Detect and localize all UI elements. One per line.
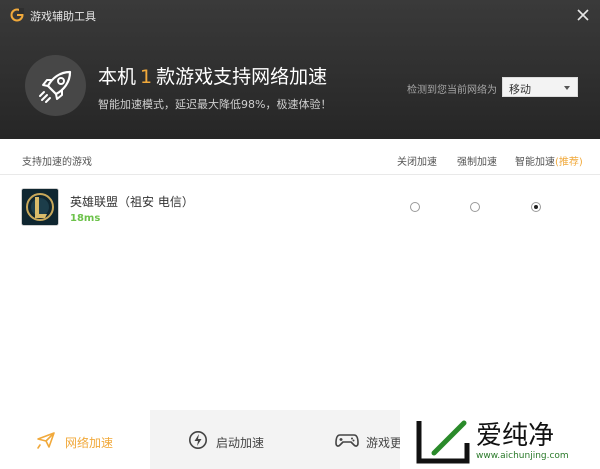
network-select[interactable]: 移动: [502, 77, 578, 97]
headline-suffix: 款游戏支持网络加速: [156, 66, 328, 88]
watermark-logo-icon: [416, 420, 470, 464]
nav-startup-label: 启动加速: [216, 436, 265, 450]
close-icon[interactable]: [574, 6, 592, 24]
rocket-badge: [25, 55, 86, 116]
gamepad-icon: [335, 434, 359, 447]
header: 游戏辅助工具 本机 1 款游戏支持网络加速 智能加速模式，延迟最大降低98%，极速体…: [0, 0, 600, 139]
radio-force[interactable]: [470, 202, 480, 212]
watermark-text: 爱纯净: [476, 421, 555, 451]
chevron-down-icon: [564, 86, 570, 90]
title-bar: 游戏辅助工具: [0, 0, 600, 30]
game-ping: 18ms: [70, 213, 101, 224]
game-count: 1: [140, 66, 153, 88]
app-title: 游戏辅助工具: [30, 10, 96, 23]
column-smart-label: 智能加速: [515, 157, 555, 168]
table-row: 英雄联盟（祖安 电信） 18ms: [0, 175, 600, 239]
nav-network-label: 网络加速: [65, 436, 114, 450]
watermark: 爱纯净 www.aichunjing.com: [400, 410, 600, 469]
column-force: 强制加速: [457, 157, 497, 168]
watermark-url: www.aichunjing.com: [476, 451, 569, 461]
lightning-icon: [189, 431, 207, 449]
game-icon: [21, 188, 59, 226]
league-logo-icon: [22, 189, 58, 225]
nav-game-more[interactable]: 游戏更: [300, 410, 400, 469]
column-game: 支持加速的游戏: [22, 157, 92, 168]
network-label: 检测到您当前网络为: [407, 85, 497, 96]
app-logo-icon: [10, 8, 24, 22]
table-header: 支持加速的游戏 关闭加速 强制加速 智能加速(推荐): [0, 139, 600, 175]
headline-prefix: 本机: [98, 66, 137, 88]
nav-startup-accel[interactable]: 启动加速: [150, 410, 300, 469]
recommended-tag: (推荐): [555, 157, 583, 168]
column-smart: 智能加速(推荐): [515, 153, 583, 168]
radio-smart[interactable]: [531, 202, 541, 212]
subline: 智能加速模式，延迟最大降低98%，极速体验！: [98, 98, 332, 111]
nav-game-label: 游戏更: [366, 436, 400, 450]
headline: 本机 1 款游戏支持网络加速: [98, 62, 327, 89]
rocket-icon: [39, 70, 72, 103]
radio-off[interactable]: [410, 202, 420, 212]
column-off: 关闭加速: [397, 157, 437, 168]
plane-icon: [37, 432, 55, 449]
nav-network-accel[interactable]: 网络加速: [0, 410, 150, 469]
game-name: 英雄联盟（祖安 电信）: [70, 195, 194, 209]
network-value: 移动: [509, 83, 531, 96]
